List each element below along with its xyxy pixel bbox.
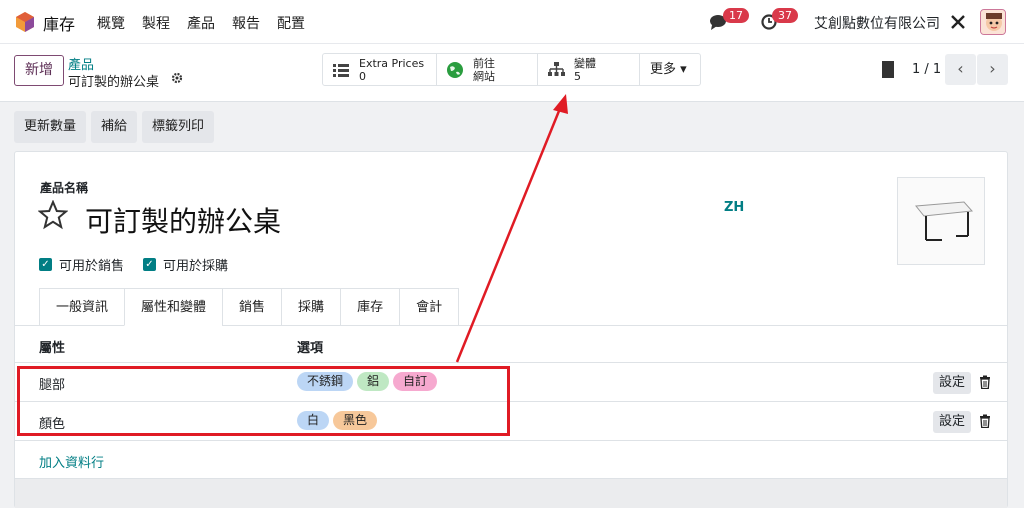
can-be-purchased-checkbox[interactable]: ✓ 可用於採購 [143,255,228,274]
pager-previous-button[interactable]: ‹ [945,54,976,85]
update-quantity-button[interactable]: 更新數量 [14,111,87,143]
variants-label: 變體 [574,57,596,70]
tab-accounting[interactable]: 會計 [399,288,460,326]
language-toggle[interactable]: ZH [724,200,744,215]
product-name-field[interactable]: 可訂製的辦公桌 [85,200,281,240]
column-header-attribute[interactable]: 屬性 [39,337,65,356]
menu-item-reports[interactable]: 報告 [232,13,260,33]
tab-inventory[interactable]: 庫存 [340,288,400,326]
tab-attributes-variants[interactable]: 屬性和變體 [124,288,223,326]
variants-count: 5 [574,70,581,83]
tab-sales[interactable]: 銷售 [222,288,282,326]
smart-buttons: Extra Prices 0 前往 網站 變體 5 更多 ▾ [322,53,701,86]
user-avatar[interactable] [980,9,1006,35]
table-bottom-border [15,440,1007,441]
column-header-values[interactable]: 選項 [297,337,323,356]
tab-purchase[interactable]: 採購 [281,288,341,326]
print-labels-button[interactable]: 標籤列印 [142,111,215,143]
product-image[interactable] [897,177,985,265]
go-to-website-button[interactable]: 前往 網站 [437,54,538,85]
app-logo-icon[interactable] [14,11,36,33]
more-dropdown[interactable]: 更多 ▾ [640,54,700,85]
website-label-line2: 網站 [473,70,495,83]
trash-icon[interactable] [979,414,991,428]
extra-prices-count: 0 [359,70,366,83]
form-sheet: 產品名稱 可訂製的辦公桌 ZH ✓ 可用於銷售 ✓ 可用於採購 一般資訊 屬性和… [14,151,1008,508]
menu-item-products[interactable]: 產品 [187,13,215,33]
product-name-label: 產品名稱 [40,181,89,195]
can-be-sold-checkbox[interactable]: ✓ 可用於銷售 [39,255,124,274]
pager-next-button[interactable]: › [977,54,1008,85]
control-panel: 新增 產品 可訂製的辦公桌 Extra Prices 0 前往 網站 變體 5 … [0,44,1024,102]
pager-value[interactable]: 1 / 1 [912,62,941,77]
desk-image [915,201,974,241]
action-bar: 更新數量 補給 標籤列印 [14,111,215,143]
company-switcher[interactable]: 艾創點數位有限公司 [814,13,940,33]
extra-prices-label: Extra Prices [359,57,425,70]
breadcrumb-current: 可訂製的辦公桌 [68,75,160,90]
trash-icon[interactable] [979,375,991,389]
main-menu: 概覽 製程 產品 報告 配置 [97,13,322,33]
sitemap-icon [548,62,565,76]
configure-button[interactable]: 設定 [933,411,972,433]
new-button[interactable]: 新增 [14,55,64,86]
add-line-link[interactable]: 加入資料行 [39,452,104,471]
configure-button[interactable]: 設定 [933,372,972,394]
can-be-purchased-label: 可用於採購 [163,259,229,274]
tab-general-info[interactable]: 一般資訊 [39,288,125,326]
form-tabs: 一般資訊 屬性和變體 銷售 採購 庫存 會計 [39,288,460,326]
app-name[interactable]: 庫存 [43,11,75,35]
checkbox-checked-icon: ✓ [143,258,156,271]
replenish-button[interactable]: 補給 [91,111,138,143]
extra-prices-button[interactable]: Extra Prices 0 [323,54,437,85]
bookmark-icon[interactable] [882,61,894,78]
tools-icon[interactable] [950,14,966,30]
globe-icon [447,62,463,78]
can-be-sold-label: 可用於銷售 [59,259,125,274]
checkbox-checked-icon: ✓ [39,258,52,271]
website-label-line1: 前往 [473,57,495,70]
chat-badge: 17 [723,8,749,23]
top-navbar: 庫存 概覽 製程 產品 報告 配置 17 37 艾創點數位有限公司 [0,0,1024,44]
menu-item-overview[interactable]: 概覽 [97,13,125,33]
activity-badge: 37 [772,8,798,23]
menu-item-manufacturing[interactable]: 製程 [142,13,170,33]
menu-item-configuration[interactable]: 配置 [277,13,305,33]
star-icon[interactable] [38,200,68,230]
gear-icon[interactable] [171,72,183,84]
list-icon [333,64,349,77]
highlight-box [17,366,510,436]
sheet-footer [15,478,1007,508]
variants-button[interactable]: 變體 5 [538,54,640,85]
